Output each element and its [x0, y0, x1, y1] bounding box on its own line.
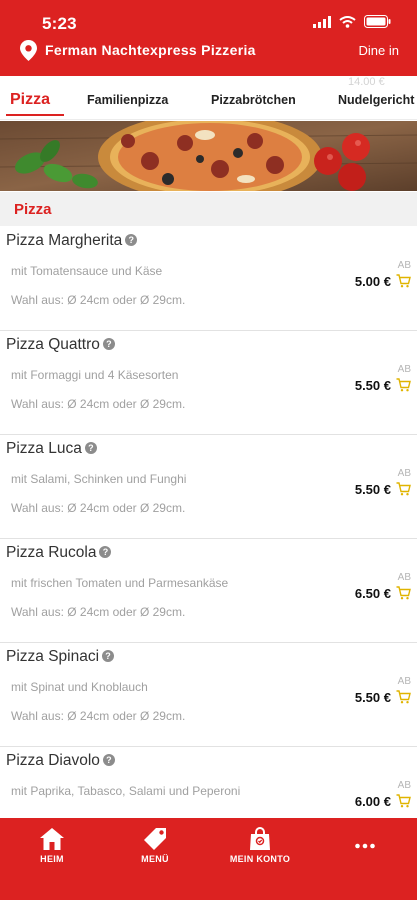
tab-familienpizza[interactable]: Familienpizza	[87, 93, 168, 107]
menu-item[interactable]: Pizza Spinaci? mit Spinat und Knoblauch …	[0, 643, 417, 747]
add-to-cart-icon[interactable]	[396, 378, 411, 392]
bottom-nav: HEIM MENÜ MEIN KONTO	[0, 818, 417, 900]
info-icon[interactable]: ?	[102, 650, 115, 662]
menu-item[interactable]: Pizza Quattro? mit Formaggi und 4 Käseso…	[0, 331, 417, 435]
item-name: Pizza Luca	[6, 440, 82, 457]
info-icon[interactable]: ?	[99, 546, 112, 558]
signal-icon	[313, 15, 331, 28]
more-icon	[355, 843, 375, 849]
menu-item[interactable]: Pizza Rucola? mit frischen Tomaten und P…	[0, 539, 417, 643]
menu-item[interactable]: Pizza Luca? mit Salami, Schinken und Fun…	[0, 435, 417, 539]
item-description: mit Salami, Schinken und Funghi	[11, 472, 187, 486]
battery-icon	[364, 15, 391, 28]
tab-pizzabroetchen[interactable]: Pizzabrötchen	[211, 93, 296, 107]
app-header: 5:23 Ferman Nachtexpress Pizzeria Dine i…	[0, 0, 417, 76]
nav-account-label: MEIN KONTO	[229, 854, 291, 864]
item-price: 5.50 €	[354, 690, 391, 705]
status-time: 5:23	[42, 14, 77, 33]
price-from-label: AB	[397, 364, 411, 375]
item-description: mit Paprika, Tabasco, Salami und Peperon…	[11, 784, 241, 798]
price-from-label: AB	[397, 572, 411, 583]
category-banner-image	[0, 121, 417, 191]
restaurant-row[interactable]: Ferman Nachtexpress Pizzeria Dine in	[20, 39, 399, 61]
item-description: mit frischen Tomaten und Parmesankäse	[11, 576, 229, 590]
item-name: Pizza Diavolo	[6, 752, 100, 769]
item-name: Pizza Quattro	[6, 336, 100, 353]
add-to-cart-icon[interactable]	[396, 690, 411, 704]
nav-more[interactable]	[320, 826, 410, 854]
nav-account[interactable]: MEIN KONTO	[215, 826, 305, 864]
add-to-cart-icon[interactable]	[396, 274, 411, 288]
nav-home-label: HEIM	[40, 854, 64, 864]
item-price: 5.00 €	[354, 274, 391, 289]
item-size-options: Wahl aus: Ø 24cm oder Ø 29cm.	[11, 605, 186, 619]
item-name: Pizza Rucola	[6, 544, 97, 561]
bag-icon	[250, 827, 270, 850]
wifi-icon	[339, 15, 356, 28]
item-size-options: Wahl aus: Ø 24cm oder Ø 29cm.	[11, 293, 186, 307]
home-icon	[40, 828, 64, 850]
menu-item[interactable]: Pizza Margherita? mit Tomatensauce und K…	[0, 227, 417, 331]
section-header: Pizza	[0, 192, 417, 226]
dine-in-toggle[interactable]: Dine in	[359, 43, 399, 58]
price-from-label: AB	[397, 260, 411, 271]
item-size-options: Wahl aus: Ø 24cm oder Ø 29cm.	[11, 501, 186, 515]
info-icon[interactable]: ?	[125, 234, 138, 246]
item-description: mit Spinat und Knoblauch	[11, 680, 148, 694]
item-size-options: Wahl aus: Ø 24cm oder Ø 29cm.	[11, 397, 186, 411]
price-from-label: AB	[397, 468, 411, 479]
info-icon[interactable]: ?	[102, 754, 115, 766]
item-description: mit Tomatensauce und Käse	[11, 264, 163, 278]
price-from-label: AB	[397, 676, 411, 687]
status-icons	[313, 15, 391, 28]
nav-menu[interactable]: MENÜ	[110, 826, 200, 864]
item-price: 5.50 €	[354, 378, 391, 393]
add-to-cart-icon[interactable]	[396, 586, 411, 600]
item-price: 6.00 €	[354, 794, 391, 809]
tab-nudelgericht[interactable]: Nudelgericht	[338, 93, 414, 107]
item-name: Pizza Spinaci	[6, 648, 100, 665]
price-from-label: AB	[397, 780, 411, 791]
info-icon[interactable]: ?	[102, 338, 115, 350]
item-size-options: Wahl aus: Ø 24cm oder Ø 29cm.	[11, 709, 186, 723]
location-pin-icon	[20, 39, 37, 61]
nav-menu-label: MENÜ	[141, 854, 169, 864]
tab-pizza[interactable]: Pizza	[10, 91, 50, 109]
scrolled-price-ghost: 14.00 €	[348, 76, 385, 88]
tag-icon	[144, 828, 166, 850]
add-to-cart-icon[interactable]	[396, 482, 411, 496]
section-title: Pizza	[14, 201, 52, 218]
item-price: 6.50 €	[354, 586, 391, 601]
item-description: mit Formaggi und 4 Käsesorten	[11, 368, 179, 382]
item-price: 5.50 €	[354, 482, 391, 497]
active-tab-underline	[6, 114, 64, 116]
restaurant-name: Ferman Nachtexpress Pizzeria	[45, 42, 256, 58]
nav-home[interactable]: HEIM	[7, 826, 97, 864]
info-icon[interactable]: ?	[84, 442, 97, 454]
add-to-cart-icon[interactable]	[396, 794, 411, 808]
item-name: Pizza Margherita	[6, 232, 123, 249]
